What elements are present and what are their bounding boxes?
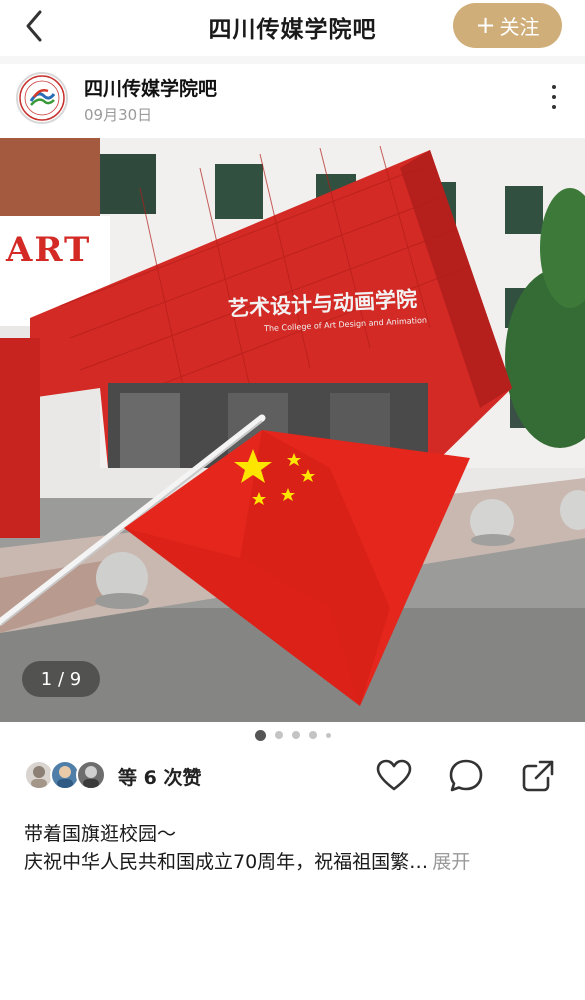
separator-band (0, 56, 585, 64)
caption-line: 带着国旗逛校园～ (24, 823, 177, 845)
user-avatar-icon (57, 766, 73, 788)
share-button[interactable] (518, 756, 558, 796)
author-avatar[interactable] (16, 72, 68, 124)
dot (552, 95, 556, 99)
post-photo[interactable]: 艺术设计与动画学院 The College of Art Design and … (0, 138, 585, 722)
dot (552, 85, 556, 89)
carousel-dot[interactable] (254, 729, 266, 741)
likes-count[interactable]: 等 6 次赞 (118, 763, 201, 790)
author-name[interactable]: 四川传媒学院吧 (84, 74, 217, 101)
campus-flag-photo (0, 138, 585, 722)
caption-line: 庆祝中华人民共和国成立70周年，祝福祖国繁… (24, 851, 429, 873)
caption-line-with-expand: 庆祝中华人民共和国成立70周年，祝福祖国繁… 展开 (24, 848, 569, 876)
more-options-button[interactable] (544, 82, 564, 112)
expand-link[interactable]: 展开 (432, 851, 470, 873)
carousel-dot[interactable] (325, 732, 331, 738)
comment-bubble-icon (449, 759, 483, 792)
carousel-dot[interactable] (291, 731, 300, 739)
top-navbar: 四川传媒学院吧 + 关注 (0, 0, 585, 56)
post-caption: 带着国旗逛校园～ 庆祝中华人民共和国成立70周年，祝福祖国繁… 展开 (24, 820, 569, 876)
comment-button[interactable] (446, 756, 486, 796)
liker-avatar[interactable] (76, 760, 106, 790)
likes-row: 等 6 次赞 (0, 752, 585, 802)
post-header: 四川传媒学院吧 09月30日 (0, 64, 585, 138)
like-button[interactable] (374, 756, 414, 796)
image-counter: 1 / 9 (22, 661, 100, 697)
heart-icon (376, 759, 412, 791)
dot (552, 105, 556, 109)
art-logo: ART (6, 230, 92, 270)
post-date: 09月30日 (84, 106, 153, 124)
follow-label: 关注 (499, 15, 540, 39)
user-avatar-icon (31, 766, 47, 788)
carousel-indicator (0, 729, 585, 741)
carousel-dot[interactable] (274, 731, 283, 739)
follow-button[interactable]: + 关注 (453, 3, 562, 48)
share-icon (522, 760, 554, 792)
user-avatar-icon (83, 766, 99, 788)
carousel-dot[interactable] (308, 731, 317, 739)
school-logo-icon (19, 75, 65, 121)
plus-icon: + (475, 10, 496, 39)
